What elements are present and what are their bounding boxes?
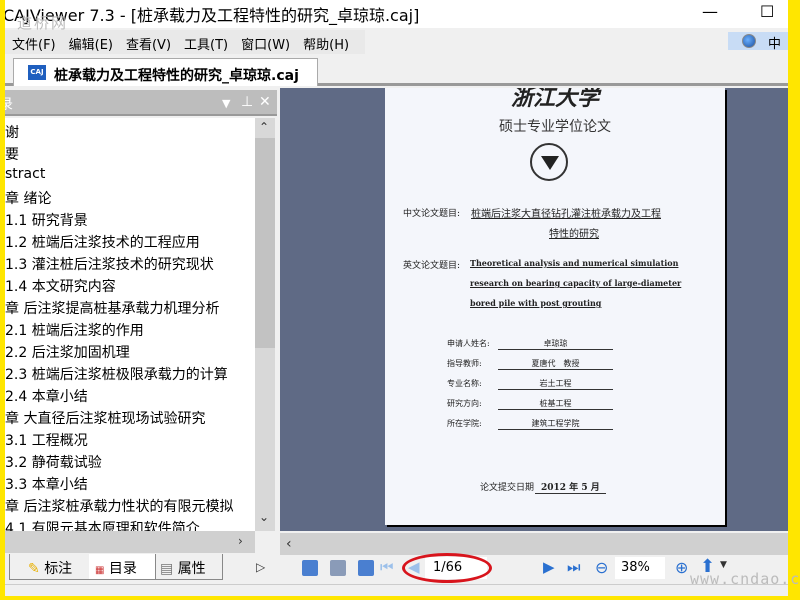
cn-title-line2: 特性的研究 (549, 229, 599, 240)
toc-panel-title: 录 (5, 97, 13, 113)
pencil-icon: ✎ (28, 561, 40, 577)
tab-document-label: 桩承载力及工程特性的研究_卓琼琼.caj (54, 68, 299, 84)
form-field-value: 岩土工程 (498, 378, 613, 390)
tab-toc[interactable]: ▦ 目录 (89, 554, 159, 580)
globe-icon (742, 34, 756, 48)
toc-item[interactable]: 章 绪论 (5, 188, 51, 210)
next-page-icon[interactable]: ▶ (543, 558, 555, 576)
menu-bar: 文件(F) 编辑(E) 查看(V) 工具(T) 窗口(W) 帮助(H) 中 (5, 30, 788, 54)
toc-item[interactable]: 要 (5, 144, 19, 166)
dropdown-icon[interactable]: ▼ (222, 97, 230, 110)
form-field-value: 建筑工程学院 (498, 418, 613, 430)
zoom-out-icon[interactable]: ⊖ (595, 558, 608, 577)
form-field-value: 夏唐代 教授 (498, 358, 613, 370)
cn-title-line1: 桩端后注浆大直径钻孔灌注桩承载力及工程 (471, 209, 661, 220)
toc-item[interactable]: 4.1 有限元基本原理和软件简介 (5, 518, 200, 531)
date-label: 论文提交日期 (480, 483, 535, 493)
tab-annotations[interactable]: ✎ 标注 (9, 554, 91, 580)
maximize-button[interactable]: ☐ (760, 2, 774, 21)
toc-item[interactable]: 2.1 桩端后注浆的作用 (5, 320, 144, 342)
zoom-level[interactable]: 38% (615, 557, 665, 579)
toc-item[interactable]: 1.4 本文研究内容 (5, 276, 116, 298)
page-viewport[interactable]: 浙江大学 硕士专业学位论文 中文论文题目: 桩端后注浆大直径钻孔灌注桩承载力及工… (280, 88, 788, 531)
left-panel-tabs: ✎ 标注 ▦ 目录 ▤ 属性 ▷ (5, 554, 277, 582)
toc-item[interactable]: 2.4 本章小结 (5, 386, 88, 408)
scroll-up-icon[interactable]: ⌃ (259, 120, 269, 134)
form-field-value: 卓琼琼 (498, 338, 613, 350)
toc-item[interactable]: 谢 (5, 122, 19, 144)
highlight-circle (402, 553, 492, 583)
form-field-label: 申请人姓名: (447, 339, 490, 348)
toc-item[interactable]: stract (5, 166, 45, 188)
toc-panel-header: 录 ▼ ⊥ ✕ (5, 90, 277, 116)
toc-item[interactable]: 章 大直径后注浆桩现场试验研究 (5, 408, 205, 430)
tabs-scroll-right-icon[interactable]: ▷ (256, 560, 265, 574)
university-seal-icon (530, 143, 568, 181)
cn-title-label: 中文论文题目: (403, 209, 461, 219)
menu-help[interactable]: 帮助(H) (296, 30, 355, 53)
scroll-left-icon[interactable]: ‹ (286, 536, 292, 552)
form-field-label: 研究方向: (447, 399, 482, 408)
viewer-horizontal-scrollbar[interactable]: ‹ (280, 533, 788, 555)
toc-list: 谢要 stract 章 绪论 1.1 研究背景 1.2 桩端后注浆技术的工程应用 1.3 … (5, 118, 255, 531)
toc-item[interactable]: 3.3 本章小结 (5, 474, 88, 496)
facing-pages-view-icon[interactable] (358, 560, 374, 576)
toc-vertical-scrollbar[interactable]: ⌃ ⌄ (255, 118, 275, 531)
date-value: 2012 年 5 月 (535, 480, 606, 494)
title-bar: CAJViewer 7.3 - [桩承载力及工程特性的研究_卓琼琼.caj] 道… (5, 0, 788, 32)
toc-item[interactable]: 章 后注浆桩承载力性状的有限元模拟 (5, 496, 233, 518)
toc-horizontal-scrollbar[interactable]: › (5, 531, 255, 553)
toc-item[interactable]: 1.2 桩端后注浆技术的工程应用 (5, 232, 200, 254)
cajviewer-window: CAJViewer 7.3 - [桩承载力及工程特性的研究_卓琼琼.caj] 道… (5, 0, 788, 596)
toc-item[interactable]: 1.3 灌注桩后注浆技术的研究现状 (5, 254, 214, 276)
toc-item[interactable]: 1.1 研究背景 (5, 210, 88, 232)
toc-panel: 录 ▼ ⊥ ✕ 谢要 stract 章 绪论 1.1 研究背景 1.2 桩端后注浆技术的… (5, 88, 277, 582)
close-icon[interactable]: ✕ (259, 94, 271, 110)
toc-icon: ▦ (95, 565, 105, 576)
toc-item[interactable]: 3.2 静荷载试验 (5, 452, 102, 474)
scroll-right-icon[interactable]: › (238, 534, 243, 548)
form-field-value: 桩基工程 (498, 398, 613, 410)
zoom-in-icon[interactable]: ⊕ (675, 558, 688, 577)
tab-document[interactable]: CAJ 桩承载力及工程特性的研究_卓琼琼.caj (13, 58, 318, 86)
toc-item[interactable]: 3.1 工程概况 (5, 430, 88, 452)
ime-indicator[interactable]: 中 (728, 32, 788, 52)
dropdown-arrow-icon[interactable]: ▼ (720, 560, 727, 570)
university-logo-text: 浙江大学 (510, 88, 599, 111)
en-title-line3: bored pile with post grouting (470, 298, 602, 308)
first-page-icon[interactable]: ⏮ (380, 558, 394, 576)
menu-edit[interactable]: 编辑(E) (62, 30, 119, 53)
toc-item[interactable]: 2.2 后注浆加固机理 (5, 342, 130, 364)
menu-tools[interactable]: 工具(T) (177, 30, 234, 53)
status-bar (5, 584, 788, 596)
menu-file[interactable]: 文件(F) (5, 30, 62, 53)
scrollbar-thumb[interactable] (255, 138, 275, 348)
toc-item[interactable]: 2.3 桩端后注浆桩极限承载力的计算 (5, 364, 228, 386)
form-field-label: 所在学院: (447, 419, 482, 428)
properties-icon: ▤ (160, 561, 174, 577)
menu-window[interactable]: 窗口(W) (234, 30, 296, 53)
pin-icon[interactable]: ⊥ (241, 94, 253, 110)
tab-properties[interactable]: ▤ 属性 (155, 554, 223, 580)
document-view: 浙江大学 硕士专业学位论文 中文论文题目: 桩端后注浆大直径钻孔灌注桩承载力及工… (280, 88, 788, 583)
en-title-line1: Theoretical analysis and numerical simul… (470, 258, 679, 268)
caj-file-icon: CAJ (28, 65, 46, 80)
minimize-button[interactable]: — (702, 2, 718, 21)
continuous-view-icon[interactable] (330, 560, 346, 576)
single-page-view-icon[interactable] (302, 560, 318, 576)
form-field-label: 指导教师: (447, 359, 482, 368)
toc-item[interactable]: 章 后注浆提高桩基承载力机理分析 (5, 298, 219, 320)
last-page-icon[interactable]: ⏭ (567, 558, 581, 576)
document-page: 浙江大学 硕士专业学位论文 中文论文题目: 桩端后注浆大直径钻孔灌注桩承载力及工… (385, 88, 725, 525)
scroll-down-icon[interactable]: ⌄ (259, 510, 269, 524)
document-tab-strip: CAJ 桩承载力及工程特性的研究_卓琼琼.caj (5, 56, 788, 86)
ime-label: 中 (768, 37, 782, 52)
en-title-label: 英文论文题目: (403, 261, 461, 271)
watermark-bottom: www.cndao.com (690, 570, 800, 588)
degree-type: 硕士专业学位论文 (499, 119, 611, 135)
en-title-line2: research on bearing capacity of large-di… (470, 278, 682, 288)
menu-view[interactable]: 查看(V) (119, 30, 177, 53)
form-field-label: 专业名称: (447, 379, 482, 388)
